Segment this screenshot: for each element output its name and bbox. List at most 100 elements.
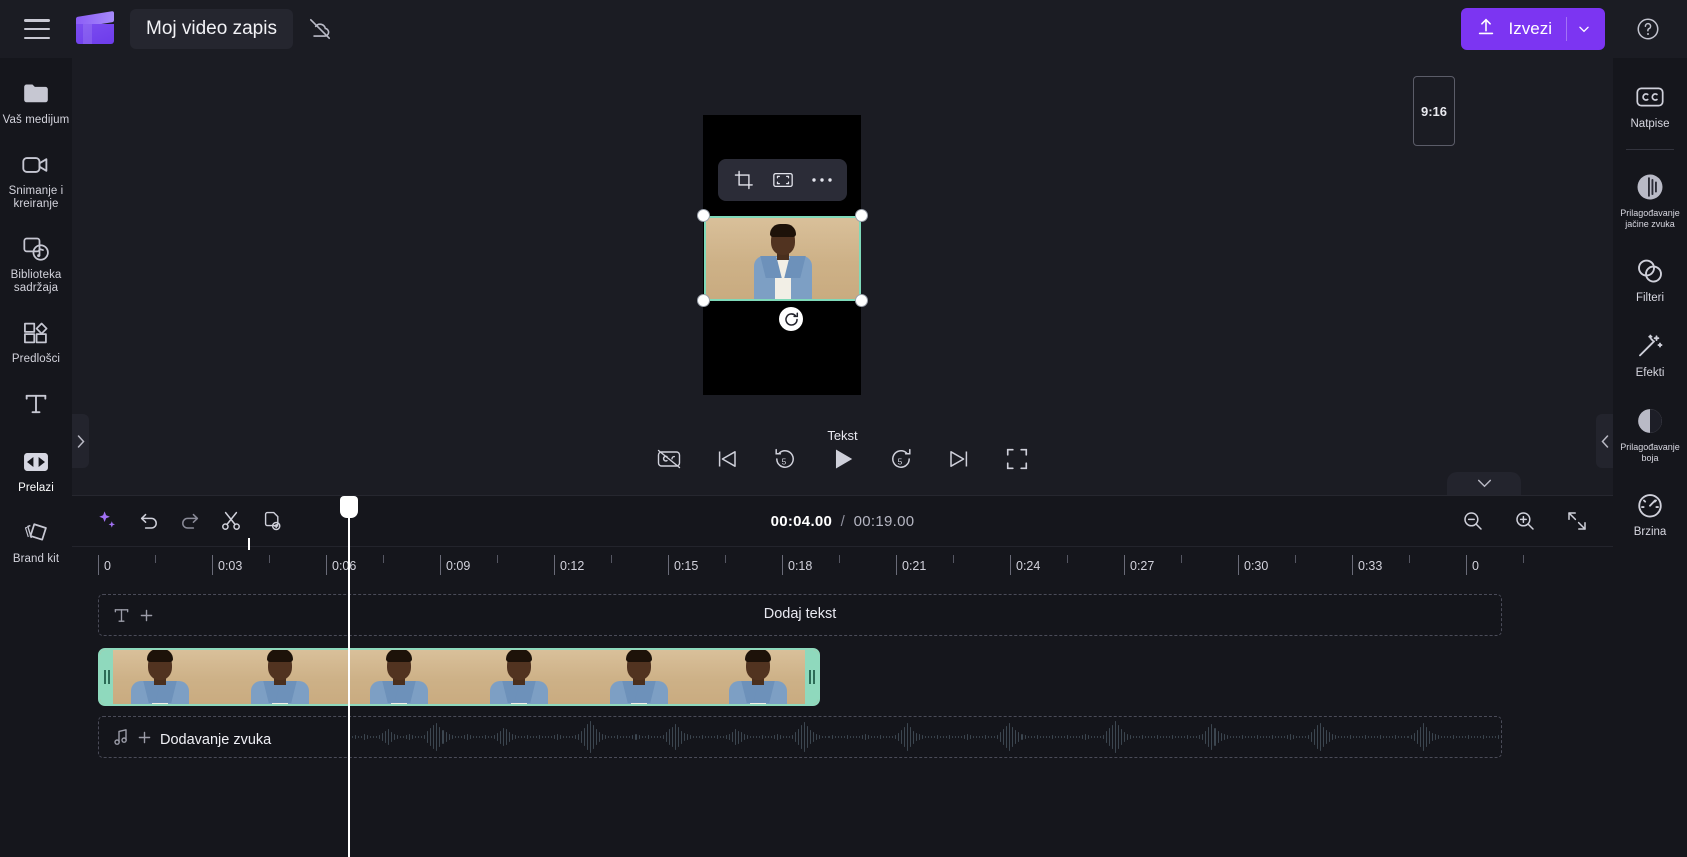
skip-back-icon[interactable]	[709, 441, 745, 477]
resize-handle-bottom-right[interactable]	[855, 294, 868, 307]
playhead-handle[interactable]	[340, 496, 358, 518]
rightbar-item-filters[interactable]: Filteri	[1613, 248, 1687, 313]
ruler-tick-major	[554, 555, 555, 575]
trim-handle-left[interactable]	[100, 650, 113, 704]
upload-arrow-icon	[1475, 16, 1497, 43]
resize-handle-bottom-left[interactable]	[697, 294, 710, 307]
rightbar-item-speed[interactable]: Brzina	[1613, 482, 1687, 547]
music-note-icon	[113, 728, 129, 751]
ruler-tick-major	[98, 555, 99, 575]
trim-handle-right[interactable]	[805, 650, 818, 704]
collapse-preview-tab[interactable]	[1447, 472, 1521, 495]
ruler-tick-major	[1124, 555, 1125, 575]
svg-text:5: 5	[897, 456, 902, 466]
rightbar-label-filters: Filteri	[1635, 292, 1665, 304]
sidebar-item-content-library[interactable]: Biblioteka sadržaja	[0, 225, 72, 303]
ruler-tick-major	[326, 555, 327, 575]
rightbar-item-captions[interactable]: Natpise	[1613, 74, 1687, 139]
timeline-tracks: Dodaj tekst Dodavanje zvuka	[72, 580, 1613, 850]
rightbar-label-effects: Efekti	[1635, 367, 1665, 379]
aspect-ratio-badge[interactable]: 9:16	[1413, 76, 1455, 146]
ruler-tick-major	[782, 555, 783, 575]
playhead[interactable]	[340, 496, 358, 857]
effects-wand-icon	[1615, 331, 1685, 361]
sidebar-item-text[interactable]	[0, 380, 72, 432]
play-icon[interactable]	[825, 441, 861, 477]
zoom-in-icon[interactable]	[1507, 504, 1543, 538]
project-title-input[interactable]: Moj video zapis	[130, 9, 293, 49]
resize-handle-top-right[interactable]	[855, 209, 868, 222]
rightbar-label-audio-fade: Prilagođavanje jačine zvuka	[1620, 208, 1680, 229]
skip-forward-icon[interactable]	[941, 441, 977, 477]
person-thumbnail	[370, 650, 429, 704]
timeline-toolbar-left	[72, 504, 290, 538]
rightbar-item-audio-fade[interactable]: Prilagođavanje jačine zvuka	[1613, 164, 1687, 238]
fit-timeline-icon[interactable]	[1559, 504, 1595, 538]
more-options-icon[interactable]	[806, 165, 838, 195]
clapperboard-logo[interactable]	[76, 10, 114, 44]
clipchamp-editor: Moj video zapis Izvezi Vaš medijum Snima…	[0, 0, 1687, 857]
top-bar-right: Izvezi	[1460, 8, 1687, 50]
expand-left-panel-button[interactable]	[72, 414, 89, 468]
ruler-tick-label: 0	[104, 559, 111, 573]
sidebar-item-brand-kit[interactable]: Brand kit	[0, 509, 72, 574]
rightbar-divider	[1626, 149, 1674, 150]
player-controls: 5 5	[72, 441, 1613, 477]
sidebar-label-templates: Predlošci	[11, 353, 61, 365]
redo-arrow-icon[interactable]	[172, 504, 208, 538]
crop-icon[interactable]	[728, 165, 760, 195]
collapse-right-panel-button[interactable]	[1596, 414, 1613, 468]
forward-5-icon[interactable]: 5	[883, 441, 919, 477]
ruler-tick-minor	[839, 555, 840, 563]
cloud-off-icon[interactable]	[303, 12, 337, 46]
rightbar-label-captions: Natpise	[1630, 118, 1670, 130]
ruler-tick-major	[440, 555, 441, 575]
sidebar-item-record-create[interactable]: Snimanje i kreiranje	[0, 141, 72, 219]
speedometer-icon	[1615, 490, 1685, 520]
ruler-tick-minor	[1409, 555, 1410, 563]
fullscreen-icon[interactable]	[999, 441, 1035, 477]
duplicate-icon[interactable]	[254, 504, 290, 538]
ruler-tick-minor	[1181, 555, 1182, 563]
ruler-tick-label: 0	[1472, 559, 1479, 573]
scissors-icon[interactable]	[213, 504, 249, 538]
right-sidebar: Natpise Prilagođavanje jačine zvuka Filt…	[1613, 58, 1687, 857]
rotate-handle-icon[interactable]	[779, 307, 803, 331]
resize-handle-top-left[interactable]	[697, 209, 710, 222]
ruler-tick-minor	[1067, 555, 1068, 563]
sidebar-item-transitions[interactable]: Prelazi	[0, 438, 72, 503]
help-button[interactable]	[1631, 12, 1665, 46]
video-clip[interactable]	[98, 648, 820, 706]
sidebar-item-templates[interactable]: Predlošci	[0, 309, 72, 374]
transitions-icon	[2, 447, 70, 477]
sparkle-icon[interactable]	[90, 504, 126, 538]
text-track[interactable]: Dodaj tekst	[98, 594, 1502, 636]
selected-clip-overlay[interactable]	[704, 216, 861, 301]
rightbar-item-color-adjust[interactable]: Prilagođavanje boja	[1613, 398, 1687, 472]
clip-floating-toolbar	[718, 159, 847, 201]
zoom-out-icon[interactable]	[1455, 504, 1491, 538]
audio-waveform	[349, 717, 1499, 757]
hamburger-menu-icon[interactable]	[24, 19, 50, 39]
undo-arrow-icon[interactable]	[131, 504, 167, 538]
person-thumbnail	[130, 650, 189, 704]
sidebar-label-record-create: Snimanje i kreiranje	[8, 185, 64, 210]
chevron-down-icon[interactable]	[1567, 22, 1601, 36]
rewind-5-icon[interactable]: 5	[767, 441, 803, 477]
sidebar-label-content-library: Biblioteka sadržaja	[10, 269, 62, 294]
fit-to-frame-icon[interactable]	[767, 165, 799, 195]
closed-captions-icon	[1615, 82, 1685, 112]
plus-icon[interactable]	[138, 731, 151, 749]
timeline-ruler[interactable]: 0 0:03 0:06 0:09 0:12 0:15 0:18 0:21 0:24 0:27 0:3…	[72, 546, 1613, 580]
sidebar-item-your-media[interactable]: Vaš medijum	[0, 70, 72, 135]
ruler-tick-label: 0:27	[1130, 559, 1155, 573]
ruler-tick-minor	[725, 555, 726, 563]
content-library-icon	[2, 234, 70, 264]
ruler-tick-minor	[1295, 555, 1296, 563]
captions-off-icon[interactable]	[651, 441, 687, 477]
rightbar-item-effects[interactable]: Efekti	[1613, 323, 1687, 388]
audio-track[interactable]: Dodavanje zvuka	[98, 716, 1502, 758]
export-button[interactable]: Izvezi	[1460, 8, 1605, 50]
ruler-tick-minor	[269, 555, 270, 563]
ruler-tick-label: 0:15	[674, 559, 699, 573]
